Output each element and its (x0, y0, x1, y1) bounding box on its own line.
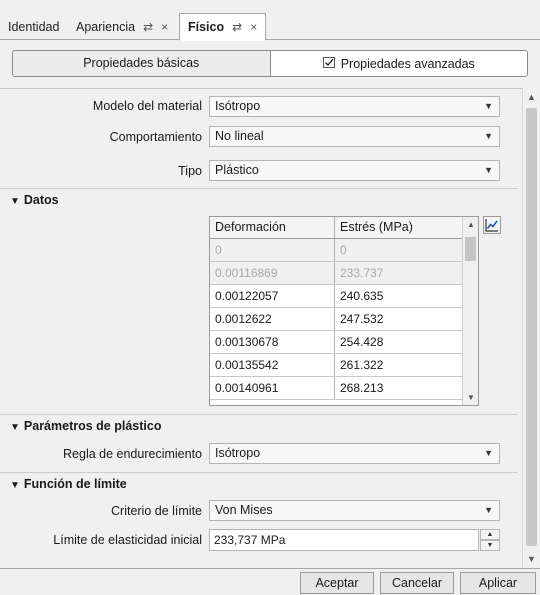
strain-cell: 0.00116869 (210, 262, 335, 284)
tab-bar: Identidad Apariencia ⇄ × Físico ⇄ × (0, 0, 540, 41)
chevron-down-icon: ▼ (484, 131, 493, 141)
initial-yield-stepper[interactable]: ▲ ▼ (480, 529, 500, 551)
stress-cell[interactable]: 261.322 (335, 354, 462, 376)
section-title: Parámetros de plástico (23, 419, 162, 433)
main-scrollbar[interactable]: ▲ ▼ (522, 88, 540, 568)
strain-cell: 0 (210, 239, 335, 261)
swap-icon[interactable]: ⇄ (143, 20, 153, 34)
accept-button[interactable]: Aceptar (300, 572, 374, 594)
stress-cell[interactable]: 254.428 (335, 331, 462, 353)
tab-label: Identidad (8, 20, 60, 34)
chevron-down-icon: ▼ (484, 448, 493, 458)
chart-button[interactable] (483, 216, 501, 234)
strain-cell[interactable]: 0.00130678 (210, 331, 335, 353)
initial-yield-input[interactable]: 233,737 MPa (209, 529, 479, 551)
table-header: Deformación Estrés (MPa) (210, 217, 478, 239)
advanced-properties-button[interactable]: Propiedades avanzadas (270, 51, 527, 76)
tab-fisico[interactable]: Físico ⇄ × (179, 13, 267, 41)
dialog-footer: Aceptar Cancelar Aplicar (0, 568, 540, 595)
material-model-label: Modelo del material (92, 99, 202, 113)
close-icon[interactable]: × (250, 20, 257, 34)
stress-cell: 233.737 (340, 266, 384, 280)
table-scrollbar[interactable]: ▲ ▼ (462, 217, 478, 405)
hardening-rule-select[interactable]: Isótropo ▼ (209, 443, 500, 464)
table-row: 0.00116869 233.737 (210, 262, 478, 285)
line-chart-icon (485, 219, 498, 232)
tab-identidad[interactable]: Identidad (8, 14, 59, 40)
hardening-rule-label: Regla de endurecimiento (63, 447, 202, 461)
yield-criterion-label: Criterio de límite (111, 504, 202, 518)
section-title: Función de límite (23, 477, 127, 491)
behavior-value: No lineal (215, 129, 264, 143)
table-row[interactable]: 0.00140961 268.213 (210, 377, 478, 400)
scroll-thumb[interactable] (526, 108, 537, 546)
scroll-up-icon[interactable]: ▲ (527, 92, 536, 102)
column-header-stress[interactable]: Estrés (MPa) (335, 217, 462, 238)
properties-segmented-control: Propiedades básicas Propiedades avanzada… (12, 50, 528, 77)
close-icon[interactable]: × (161, 20, 168, 34)
advanced-properties-label: Propiedades avanzadas (340, 57, 475, 71)
scroll-down-icon[interactable]: ▼ (467, 393, 475, 402)
scroll-up-icon[interactable]: ▲ (467, 220, 475, 229)
collapse-triangle-icon: ▼ (10, 196, 20, 207)
table-row[interactable]: 0.00130678 254.428 (210, 331, 478, 354)
scroll-down-icon[interactable]: ▼ (527, 554, 536, 564)
collapse-triangle-icon: ▼ (10, 422, 20, 433)
stress-strain-table: Deformación Estrés (MPa) 0 0 0.00116869 … (209, 216, 479, 406)
basic-properties-button[interactable]: Propiedades básicas (13, 51, 271, 76)
chevron-down-icon: ▼ (484, 101, 493, 111)
strain-cell[interactable]: 0.00135542 (210, 354, 335, 376)
properties-scroll-area: Modelo del material Isótropo ▼ Comportami… (0, 88, 522, 568)
behavior-label: Comportamiento (109, 130, 202, 144)
yield-function-section-header[interactable]: ▼ Función de límite (0, 472, 518, 496)
tab-label: Apariencia (76, 20, 136, 34)
type-value: Plástico (215, 163, 259, 177)
behavior-select[interactable]: No lineal ▼ (209, 126, 500, 147)
collapse-triangle-icon: ▼ (10, 480, 20, 491)
table-row: 0 0 (210, 239, 478, 262)
material-model-value: Isótropo (215, 99, 261, 113)
strain-cell[interactable]: 0.0012622 (210, 308, 335, 330)
column-header-strain[interactable]: Deformación (210, 217, 335, 238)
table-row[interactable]: 0.00122057 240.635 (210, 285, 478, 308)
datos-section-header[interactable]: ▼ Datos (0, 188, 518, 212)
yield-criterion-value: Von Mises (215, 503, 273, 517)
type-select[interactable]: Plástico ▼ (209, 160, 500, 181)
decrement-icon[interactable]: ▼ (480, 540, 500, 551)
stress-cell: 0 (340, 243, 347, 257)
stress-cell[interactable]: 240.635 (335, 285, 462, 307)
cancel-button[interactable]: Cancelar (380, 572, 454, 594)
swap-icon[interactable]: ⇄ (232, 20, 242, 34)
strain-cell[interactable]: 0.00122057 (210, 285, 335, 307)
stress-cell[interactable]: 247.532 (335, 308, 462, 330)
strain-cell[interactable]: 0.00140961 (210, 377, 335, 399)
stress-cell[interactable]: 268.213 (335, 377, 462, 399)
scroll-thumb[interactable] (465, 237, 476, 261)
tab-apariencia[interactable]: Apariencia ⇄ × (76, 14, 168, 40)
initial-yield-label: Límite de elasticidad inicial (53, 533, 202, 547)
chevron-down-icon: ▼ (484, 165, 493, 175)
apply-button[interactable]: Aplicar (460, 572, 536, 594)
plastic-params-section-header[interactable]: ▼ Parámetros de plástico (0, 414, 518, 438)
material-model-select[interactable]: Isótropo ▼ (209, 96, 500, 117)
table-row[interactable]: 0.0012622 247.532 (210, 308, 478, 331)
hardening-rule-value: Isótropo (215, 446, 261, 460)
table-row[interactable]: 0.00135542 261.322 (210, 354, 478, 377)
type-label: Tipo (178, 164, 202, 178)
yield-criterion-select[interactable]: Von Mises ▼ (209, 500, 500, 521)
chevron-down-icon: ▼ (484, 505, 493, 515)
section-title: Datos (23, 193, 59, 207)
tab-label: Físico (188, 20, 225, 34)
increment-icon[interactable]: ▲ (480, 529, 500, 540)
check-icon (322, 51, 335, 76)
